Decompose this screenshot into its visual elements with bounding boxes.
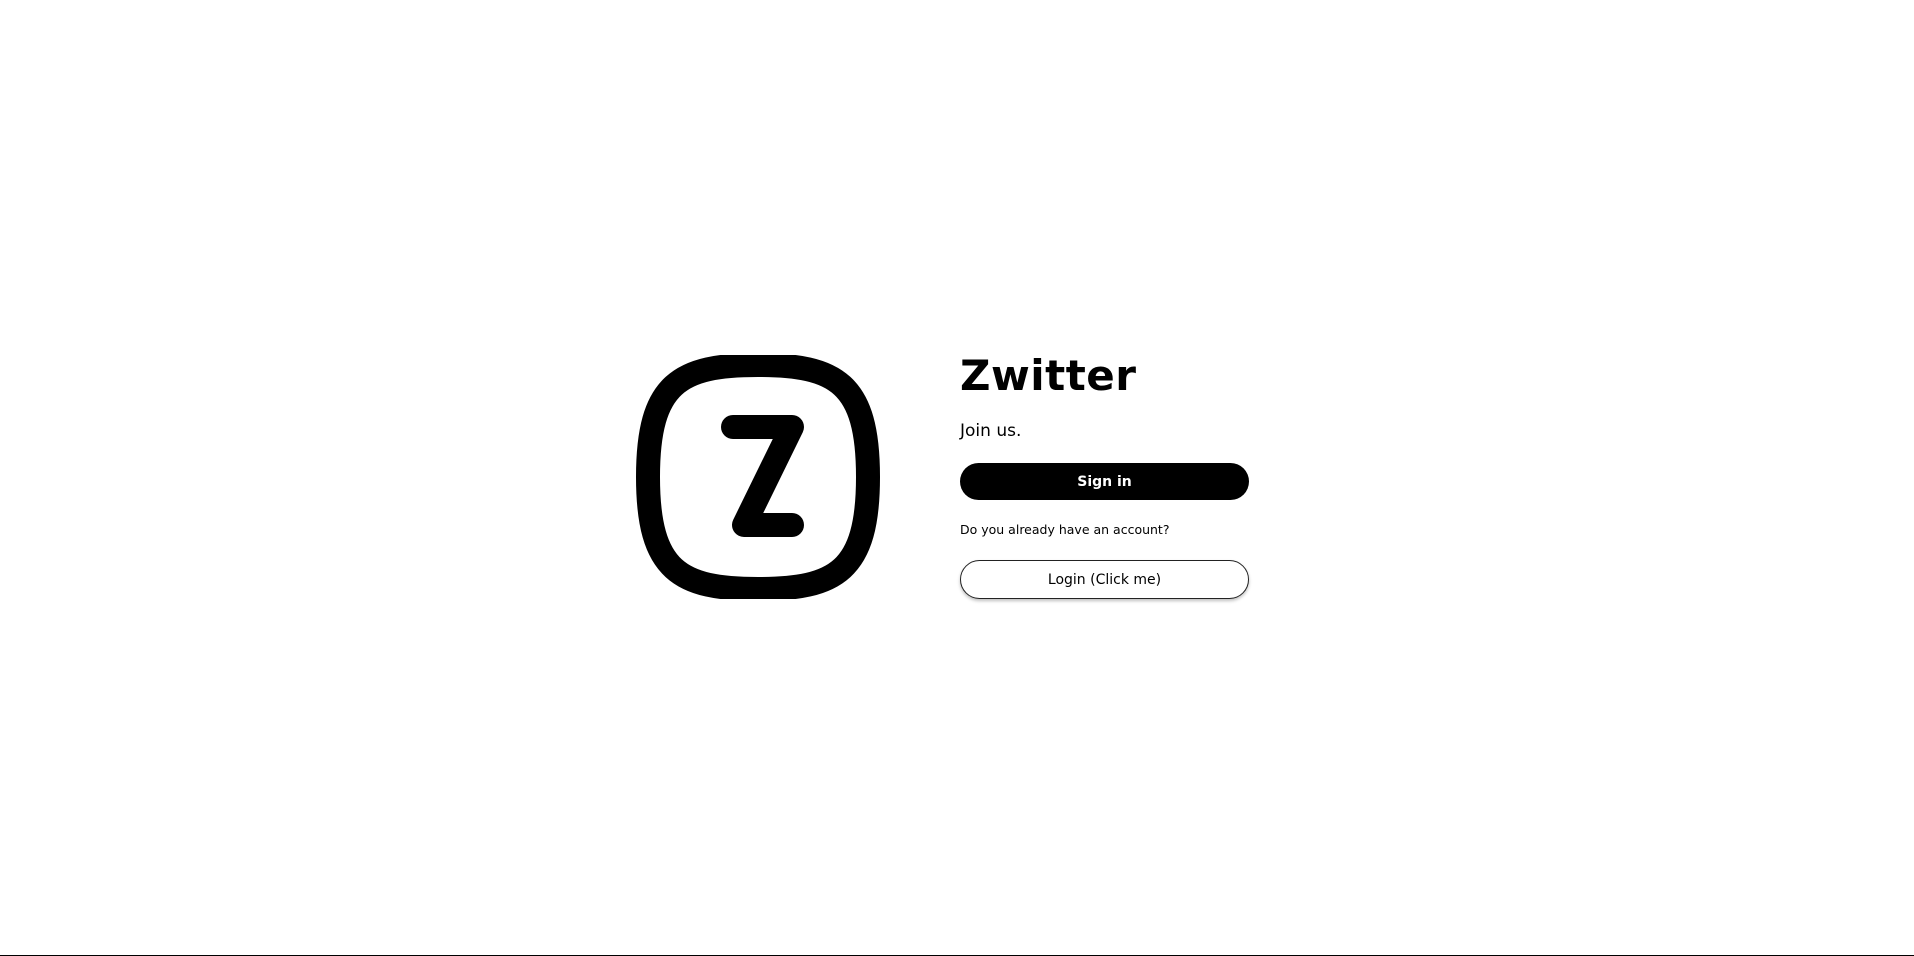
zwitter-logo-icon xyxy=(636,355,880,599)
sign-in-button[interactable]: Sign in xyxy=(960,463,1249,500)
app-title: Zwitter xyxy=(960,351,1137,400)
login-button[interactable]: Login (Click me) xyxy=(960,560,1249,599)
tagline: Join us. xyxy=(960,421,1022,441)
account-question: Do you already have an account? xyxy=(960,522,1170,537)
landing-page: Zwitter Join us. Sign in Do you already … xyxy=(0,0,1914,956)
auth-panel: Zwitter Join us. Sign in Do you already … xyxy=(960,352,1249,599)
